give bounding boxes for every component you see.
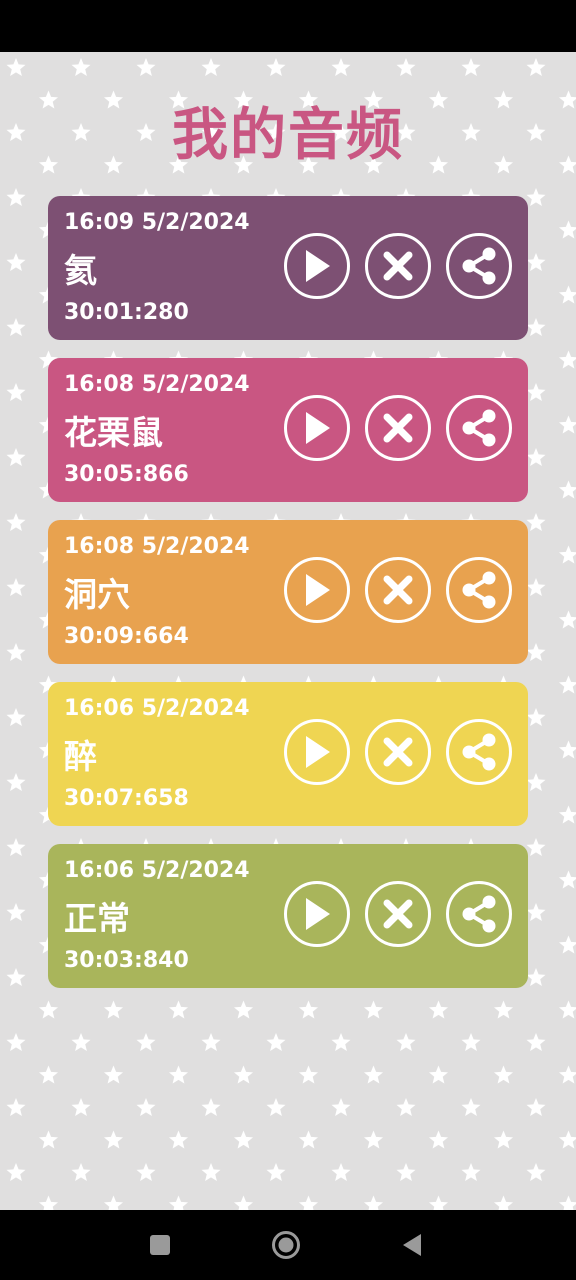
recording-duration: 30:09:664 <box>64 624 189 649</box>
recording-timestamp: 16:09 5/2/2024 <box>64 210 250 235</box>
navigation-bar <box>0 1210 576 1280</box>
share-icon <box>462 571 496 609</box>
recording-name: 洞穴 <box>64 575 130 614</box>
play-button[interactable] <box>284 719 350 785</box>
close-icon <box>383 251 413 281</box>
recording-card: 16:08 5/2/2024 花栗鼠 30:05:866 <box>48 358 528 502</box>
recording-duration: 30:01:280 <box>64 300 189 325</box>
play-button[interactable] <box>284 233 350 299</box>
recording-duration: 30:05:866 <box>64 462 189 487</box>
delete-button[interactable] <box>365 719 431 785</box>
recording-duration: 30:03:840 <box>64 948 189 973</box>
delete-button[interactable] <box>365 395 431 461</box>
close-icon <box>383 899 413 929</box>
delete-button[interactable] <box>365 881 431 947</box>
recording-name: 醉 <box>64 737 97 776</box>
recording-timestamp: 16:08 5/2/2024 <box>64 534 250 559</box>
recording-card: 16:08 5/2/2024 洞穴 30:09:664 <box>48 520 528 664</box>
delete-button[interactable] <box>365 233 431 299</box>
close-icon <box>383 737 413 767</box>
share-icon <box>462 895 496 933</box>
recents-button[interactable] <box>145 1230 175 1260</box>
delete-button[interactable] <box>365 557 431 623</box>
recording-card: 16:06 5/2/2024 正常 30:03:840 <box>48 844 528 988</box>
play-icon <box>306 412 330 444</box>
share-icon <box>462 733 496 771</box>
recording-timestamp: 16:08 5/2/2024 <box>64 372 250 397</box>
recording-card: 16:09 5/2/2024 氦 30:01:280 <box>48 196 528 340</box>
square-icon <box>150 1235 170 1255</box>
recording-card: 16:06 5/2/2024 醉 30:07:658 <box>48 682 528 826</box>
share-button[interactable] <box>446 233 512 299</box>
main-content: 我的音频 16:09 5/2/2024 氦 30:01:280 16:08 5/… <box>0 52 576 1210</box>
recording-duration: 30:07:658 <box>64 786 189 811</box>
close-icon <box>383 413 413 443</box>
share-icon <box>462 409 496 447</box>
share-button[interactable] <box>446 395 512 461</box>
close-icon <box>383 575 413 605</box>
recording-name: 正常 <box>64 899 130 938</box>
share-icon <box>462 247 496 285</box>
recording-timestamp: 16:06 5/2/2024 <box>64 858 250 883</box>
page-title: 我的音频 <box>172 103 404 168</box>
play-icon <box>306 250 330 282</box>
share-button[interactable] <box>446 719 512 785</box>
recording-name: 氦 <box>64 251 97 290</box>
status-bar <box>0 0 576 52</box>
recording-name: 花栗鼠 <box>64 413 163 452</box>
triangle-back-icon <box>403 1234 421 1256</box>
play-icon <box>306 736 330 768</box>
back-button[interactable] <box>397 1230 427 1260</box>
play-button[interactable] <box>284 557 350 623</box>
circle-icon <box>272 1231 300 1259</box>
home-button[interactable] <box>271 1230 301 1260</box>
share-button[interactable] <box>446 881 512 947</box>
play-button[interactable] <box>284 395 350 461</box>
recording-timestamp: 16:06 5/2/2024 <box>64 696 250 721</box>
share-button[interactable] <box>446 557 512 623</box>
play-button[interactable] <box>284 881 350 947</box>
play-icon <box>306 898 330 930</box>
play-icon <box>306 574 330 606</box>
